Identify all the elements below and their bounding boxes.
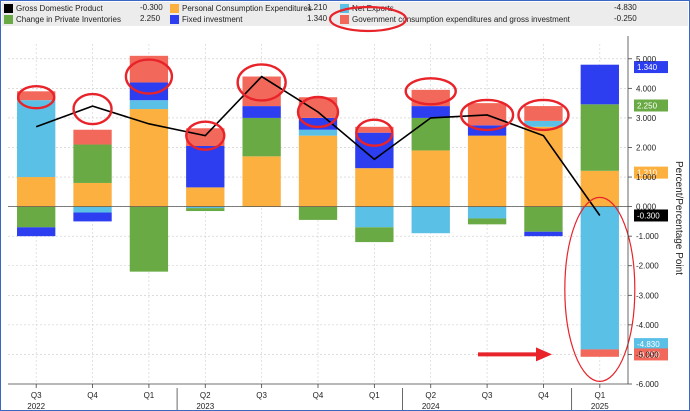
bar-segment [580, 349, 619, 357]
y-tick-label: 4.000 [636, 84, 657, 93]
bar-segment [467, 206, 507, 219]
bar-segment [355, 168, 394, 207]
bar-segment [17, 100, 56, 178]
legend-highlight-ellipse [328, 5, 408, 33]
bar-segment [411, 206, 450, 234]
bar-segment [467, 218, 507, 225]
x-tick-label: Q3 [256, 391, 267, 400]
bar-segment [129, 100, 169, 110]
x-year-label: 2023 [196, 402, 214, 411]
y-tick-label: -4.000 [636, 321, 659, 330]
annotations: 1.3402.2501.210-0.300-4.830-0.250 [16, 5, 668, 382]
bar-segment [73, 206, 112, 213]
arrow-head [536, 347, 552, 362]
bar-segment [17, 177, 56, 207]
bar-segment [411, 117, 450, 151]
x-tick-label: Q3 [482, 391, 493, 400]
bar-segment [524, 231, 563, 237]
bar-segment [355, 227, 394, 243]
bar-segment [129, 206, 169, 272]
bar-segment [298, 206, 338, 220]
y-tick-label: 0.000 [636, 203, 657, 212]
bar-segment [17, 227, 56, 237]
bar-segment [186, 128, 225, 146]
x-tick-label: Q2 [425, 391, 436, 400]
bar-segment [580, 104, 619, 171]
bar-segment [524, 126, 563, 207]
bar-segment [580, 64, 619, 105]
bar-segment [242, 117, 281, 157]
bar-segment [524, 206, 563, 232]
value-label-text: 1.340 [637, 63, 658, 72]
bar-segment [524, 106, 563, 121]
x-tick-label: Q1 [144, 391, 155, 400]
y-tick-label: 1.000 [636, 173, 657, 182]
value-label-text: -0.300 [637, 211, 660, 220]
bar-segment [467, 135, 507, 207]
bar-segment [411, 150, 450, 207]
y-tick-label: -2.000 [636, 262, 659, 271]
x-year-label: 2022 [27, 402, 45, 411]
x-year-label: 2025 [591, 402, 609, 411]
bar-segment [73, 182, 112, 207]
bar-segment [242, 106, 281, 118]
x-year-label: 2024 [422, 402, 440, 411]
y-tick-label: 5.000 [636, 55, 657, 64]
y-tick-label: -5.000 [636, 350, 659, 359]
bar-segment [524, 120, 563, 127]
bar-segment [186, 208, 225, 212]
bar-segment [411, 106, 450, 118]
stacked-bar-chart: 1.3402.2501.210-0.300-4.830-0.250 -6.000… [8, 5, 684, 411]
bar-segment [298, 129, 338, 136]
bar-segment [242, 156, 281, 207]
bar-segment [298, 135, 338, 207]
x-tick-label: Q1 [369, 391, 380, 400]
x-tick-label: Q4 [313, 391, 324, 400]
bar-segment [17, 206, 56, 228]
bar-segment [73, 212, 112, 222]
bar-segment [73, 144, 112, 183]
bar-segment [355, 126, 394, 133]
bar-segment [17, 91, 56, 101]
bar-segment [580, 170, 619, 207]
y-tick-label: 2.000 [636, 143, 657, 152]
bar-segment [355, 206, 394, 228]
y-tick-label: -1.000 [636, 232, 659, 241]
value-label-text: 2.250 [637, 101, 658, 110]
x-tick-label: Q1 [594, 391, 605, 400]
x-tick-label: Q3 [31, 391, 42, 400]
x-tick-label: Q4 [538, 391, 549, 400]
y-axis-label: Percent/Percentage Point [673, 161, 684, 275]
bar-segment [580, 206, 619, 350]
x-tick-label: Q2 [200, 391, 211, 400]
x-tick-label: Q4 [87, 391, 98, 400]
value-label-text: -4.830 [637, 340, 660, 349]
y-tick-label: -6.000 [636, 380, 659, 389]
y-tick-label: -3.000 [636, 291, 659, 300]
y-tick-label: 3.000 [636, 114, 657, 123]
bar-segment [186, 146, 225, 188]
bar-segment [73, 129, 112, 145]
bar-segment [186, 187, 225, 207]
